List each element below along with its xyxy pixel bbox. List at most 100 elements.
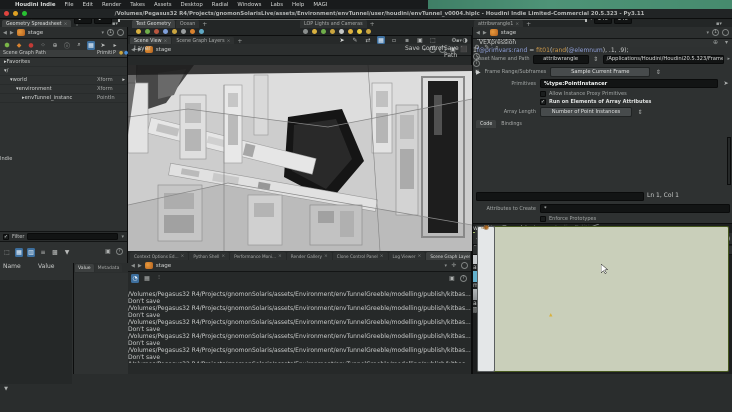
shelf-tool-icon[interactable] <box>190 29 195 34</box>
viewport-tool-icon[interactable]: ➤ <box>338 36 346 44</box>
updown-icon[interactable]: ⇕ <box>654 68 662 77</box>
toolbar-icon[interactable]: ▦ <box>87 40 95 50</box>
viewport-tool-icon[interactable]: ▪ <box>403 36 411 44</box>
menu-item[interactable]: Help <box>292 2 304 8</box>
layer-row[interactable]: /Volumes/Pegasus32 R4/Projects/gnomonSol… <box>128 319 472 333</box>
help-icon[interactable]: ? <box>116 248 123 255</box>
menu-item[interactable]: Render <box>102 2 121 8</box>
shelf-add-button[interactable]: + <box>368 21 377 28</box>
viewport[interactable]: View Persp ▾ No cam ▾ ➤▣✛◯▢⁘⊞◉◆◇ ●◐▣⬚⁘▦▦… <box>128 65 472 251</box>
pin-icon[interactable] <box>722 29 729 36</box>
col-save-path[interactable]: Save Path <box>444 45 471 59</box>
col-layer[interactable]: Layer <box>134 45 151 52</box>
help-icon[interactable] <box>461 262 468 269</box>
range-slider-track[interactable] <box>120 19 586 20</box>
viewport-tool-icon[interactable]: ⇄ <box>364 36 372 44</box>
layer-row[interactable]: /Volumes/Pegasus32 R4/Projects/gnomonSol… <box>128 333 472 347</box>
layer-save-control[interactable]: Don't save <box>128 326 160 333</box>
menu-item[interactable]: Windows <box>237 2 261 8</box>
toolbar-icon[interactable]: ➤ <box>99 41 107 50</box>
funnel-icon[interactable]: ▼ <box>2 385 10 394</box>
tab-metadata[interactable]: Metadata <box>94 264 123 272</box>
caret-icon[interactable]: ▶ <box>476 69 481 76</box>
layer-row[interactable]: /Volumes/Pegasus32 R4/Projects/gnomonSol… <box>128 347 472 361</box>
snapshot-camera-icon[interactable]: ▣ <box>448 274 456 283</box>
close-icon[interactable]: × <box>515 22 519 27</box>
menu-item[interactable]: Takes <box>130 2 145 8</box>
toolbar-icon[interactable]: ⌕ <box>75 41 83 50</box>
tab-python-shell[interactable]: Python Shell × <box>189 252 230 260</box>
layer-row[interactable]: /Volumes/Pegasus32 R4/Projects/gnomonSol… <box>128 291 472 305</box>
toolbar-icon[interactable]: ⬢ <box>3 41 11 50</box>
help-icon[interactable]: ? <box>460 275 467 282</box>
proxy-checkbox[interactable] <box>540 90 546 97</box>
shelf-tab-lop-lights[interactable]: LOP Lights and Cameras <box>300 20 367 28</box>
tree-row-root[interactable]: ▾ / <box>0 67 127 76</box>
layer-row[interactable]: /Volumes/Pegasus32 R4/Projects/gnomonSol… <box>128 361 472 363</box>
toolbar-icon[interactable]: ⁘ <box>39 41 47 50</box>
stage-path[interactable]: stage <box>501 30 704 36</box>
pin-icon[interactable]: ✛ <box>450 261 458 270</box>
expand-editor-icon[interactable]: ⊕ <box>713 39 718 46</box>
viewport-tool-icon[interactable]: ▫ <box>390 36 398 44</box>
array-length-select[interactable]: Number of Point Instances <box>540 107 632 117</box>
shelf-tool-icon[interactable] <box>330 29 335 34</box>
tab-value[interactable]: Value <box>75 264 94 272</box>
menu-app[interactable]: Houdini Indie <box>15 2 56 8</box>
shelf-add-button[interactable]: + <box>200 21 209 28</box>
close-window-button[interactable] <box>4 11 9 16</box>
layer-save-control[interactable]: Don't save <box>128 312 160 319</box>
stage-path[interactable]: stage <box>156 263 442 269</box>
expand-icon[interactable]: ▸ <box>727 56 730 62</box>
display-options-icon[interactable]: ◑ <box>461 36 469 45</box>
shelf-tool-icon[interactable] <box>348 29 353 34</box>
layer-save-control[interactable]: Don't save <box>128 354 160 361</box>
reselect-icon[interactable]: ➤ <box>722 79 730 88</box>
col-save-control[interactable]: Save Control <box>405 45 443 52</box>
shelf-tool-icon[interactable] <box>136 29 141 34</box>
shelf-tool-icon[interactable] <box>357 29 362 34</box>
shelf-tool-icon[interactable] <box>339 29 344 34</box>
chevron-down-icon[interactable]: ▾ <box>444 263 447 269</box>
toolbar-icon[interactable]: ● <box>27 41 35 50</box>
shelf-tool-icon[interactable] <box>303 29 308 34</box>
stage-path[interactable]: stage <box>156 47 421 53</box>
toolbar-icon[interactable]: ◆ <box>15 41 23 50</box>
auto-refresh-icon[interactable]: ◔ <box>131 273 139 283</box>
toolbar-icon[interactable]: ▸ <box>111 41 119 50</box>
back-icon[interactable]: ◀ <box>3 30 7 36</box>
shelf-tool-icon[interactable] <box>172 29 177 34</box>
stage-path[interactable]: stage <box>28 30 99 36</box>
close-icon[interactable]: × <box>227 39 231 44</box>
col-scene-graph-path[interactable]: Scene Graph Path <box>3 51 46 56</box>
chevron-down-icon[interactable]: ▾ <box>101 30 104 36</box>
forward-icon[interactable]: ▶ <box>483 30 487 36</box>
close-icon[interactable]: × <box>164 39 168 44</box>
back-icon[interactable]: ◀ <box>131 263 135 269</box>
shelf-tab-ocean[interactable]: Ocean <box>175 20 200 28</box>
tab-performance-monitor[interactable]: Performance Moni... × <box>230 252 286 260</box>
shelf-tool-icon[interactable] <box>145 29 150 34</box>
chevron-down-icon[interactable]: ▾ <box>121 234 124 240</box>
viewport-tool-icon[interactable]: ⬚ <box>429 36 437 44</box>
gear-icon[interactable]: ⚙ <box>450 36 458 45</box>
shelf-tool-icon[interactable] <box>199 29 204 34</box>
tab-bindings[interactable]: Bindings <box>497 120 526 128</box>
forward-icon[interactable]: ▶ <box>10 30 14 36</box>
toolbar-icon[interactable]: ⓘ <box>63 41 71 50</box>
tab-code[interactable]: Code <box>476 120 497 128</box>
shelf-tool-icon[interactable] <box>154 29 159 34</box>
col-primitive[interactable]: Primiti <box>97 51 112 56</box>
code-vscrollbar[interactable] <box>727 137 731 185</box>
minimize-window-button[interactable] <box>13 11 18 16</box>
sort-icon[interactable]: ⫶ <box>155 274 163 283</box>
viewport-tool-icon[interactable]: ▣ <box>416 36 424 44</box>
tab-render-gallery[interactable]: Render Gallery × <box>286 252 332 260</box>
tab-clone-control[interactable]: Clone Control Panel × <box>332 252 388 260</box>
menu-item[interactable]: Labs <box>271 2 284 8</box>
shelf-tab-test-geometry[interactable]: Test Geometry <box>132 20 175 28</box>
tree-row-instancer[interactable]: ▸ envTunnel_instanc PointIn <box>0 94 127 103</box>
shelf-tool-icon[interactable] <box>312 29 317 34</box>
shelf-tool-icon[interactable] <box>163 29 168 34</box>
viewport-tool-icon[interactable]: ▦ <box>377 36 385 44</box>
